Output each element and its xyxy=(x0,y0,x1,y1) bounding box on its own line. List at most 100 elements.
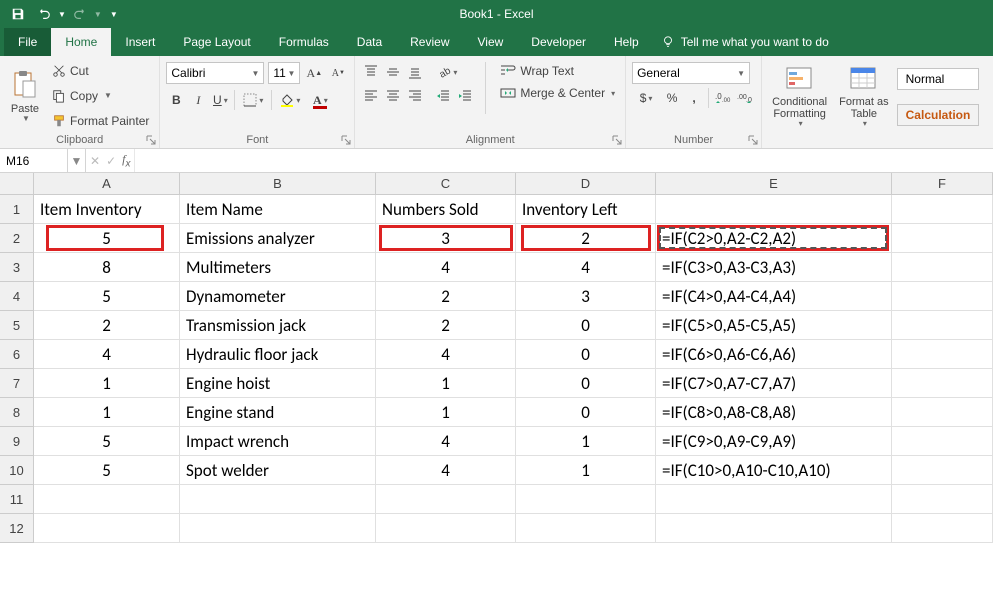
cell[interactable]: 5 xyxy=(34,224,180,253)
cell[interactable]: 3 xyxy=(516,282,656,311)
col-head-D[interactable]: D xyxy=(516,173,656,194)
cell[interactable]: =IF(C8>0,A8-C8,A8) xyxy=(656,398,892,427)
fill-color-button[interactable]: ▾ xyxy=(276,90,304,110)
row-head[interactable]: 4 xyxy=(0,282,34,311)
tab-formulas[interactable]: Formulas xyxy=(265,28,343,56)
cell[interactable]: 1 xyxy=(34,398,180,427)
row-head[interactable]: 2 xyxy=(0,224,34,253)
cell[interactable] xyxy=(34,514,180,543)
increase-decimal-button[interactable]: .0.00 xyxy=(713,88,733,108)
tab-file[interactable]: File xyxy=(4,28,51,56)
cell[interactable]: Inventory Left xyxy=(516,195,656,224)
row-head[interactable]: 12 xyxy=(0,514,34,543)
cell[interactable]: 4 xyxy=(376,253,516,282)
cell[interactable]: 2 xyxy=(34,311,180,340)
align-left-button[interactable] xyxy=(361,86,381,106)
save-button[interactable] xyxy=(6,2,30,26)
cell[interactable]: 5 xyxy=(34,282,180,311)
cell[interactable] xyxy=(892,311,993,340)
conditional-formatting-button[interactable]: Conditional Formatting▾ xyxy=(768,60,831,134)
cell[interactable] xyxy=(892,485,993,514)
qat-customize[interactable]: ▼ xyxy=(110,10,118,19)
undo-button[interactable] xyxy=(32,2,56,26)
row-head[interactable]: 10 xyxy=(0,456,34,485)
cell[interactable]: 1 xyxy=(516,456,656,485)
row-head[interactable]: 11 xyxy=(0,485,34,514)
cell[interactable]: Transmission jack xyxy=(180,311,376,340)
cancel-icon[interactable]: ✕ xyxy=(90,154,100,168)
cell[interactable]: 1 xyxy=(376,369,516,398)
underline-button[interactable]: U▾ xyxy=(210,90,230,110)
cell[interactable]: =IF(C6>0,A6-C6,A6) xyxy=(656,340,892,369)
format-as-table-button[interactable]: Format as Table▾ xyxy=(835,60,893,134)
cell[interactable] xyxy=(656,514,892,543)
font-name-combo[interactable]: Calibri▼ xyxy=(166,62,264,84)
cell[interactable]: 0 xyxy=(516,311,656,340)
cell[interactable] xyxy=(892,282,993,311)
enter-icon[interactable]: ✓ xyxy=(106,154,116,168)
italic-button[interactable]: I xyxy=(188,90,208,110)
cell[interactable]: 5 xyxy=(34,456,180,485)
fx-icon[interactable]: fx xyxy=(122,152,130,169)
orientation-button[interactable]: ab▾ xyxy=(433,62,461,82)
cell[interactable] xyxy=(892,195,993,224)
align-top-button[interactable] xyxy=(361,62,381,82)
cell-style-calculation[interactable]: Calculation xyxy=(897,104,979,126)
cell[interactable]: 2 xyxy=(376,282,516,311)
cell[interactable] xyxy=(892,456,993,485)
cell[interactable]: 3 xyxy=(376,224,516,253)
cell[interactable] xyxy=(892,398,993,427)
cell[interactable]: Multimeters xyxy=(180,253,376,282)
cell[interactable]: 1 xyxy=(516,427,656,456)
cell[interactable]: =IF(C5>0,A5-C5,A5) xyxy=(656,311,892,340)
cell[interactable]: 0 xyxy=(516,369,656,398)
cell[interactable]: 4 xyxy=(516,253,656,282)
row-head[interactable]: 6 xyxy=(0,340,34,369)
redo-button[interactable] xyxy=(68,2,92,26)
cell[interactable] xyxy=(376,514,516,543)
tab-home[interactable]: Home xyxy=(51,28,111,56)
cell[interactable]: 4 xyxy=(376,340,516,369)
number-format-combo[interactable]: General▼ xyxy=(632,62,750,84)
row-head[interactable]: 1 xyxy=(0,195,34,224)
format-painter-button[interactable]: Format Painter xyxy=(48,112,153,130)
select-all-corner[interactable] xyxy=(0,173,34,195)
percent-button[interactable]: % xyxy=(662,88,682,108)
formula-input[interactable] xyxy=(135,149,993,172)
row-head[interactable]: 9 xyxy=(0,427,34,456)
cell[interactable]: 4 xyxy=(34,340,180,369)
borders-button[interactable]: ▾ xyxy=(239,90,267,110)
cell[interactable]: Dynamometer xyxy=(180,282,376,311)
cell[interactable] xyxy=(180,485,376,514)
cell[interactable] xyxy=(516,485,656,514)
cell[interactable] xyxy=(892,340,993,369)
comma-button[interactable]: , xyxy=(684,88,704,108)
bold-button[interactable]: B xyxy=(166,90,186,110)
cell[interactable] xyxy=(34,485,180,514)
cell[interactable]: 1 xyxy=(376,398,516,427)
cell[interactable]: Impact wrench xyxy=(180,427,376,456)
accounting-format-button[interactable]: $▾ xyxy=(632,88,660,108)
merge-center-button[interactable]: Merge & Center▾ xyxy=(496,84,619,102)
cell[interactable]: 8 xyxy=(34,253,180,282)
cell[interactable] xyxy=(892,369,993,398)
redo-dropdown[interactable]: ▼ xyxy=(94,10,102,19)
align-bottom-button[interactable] xyxy=(405,62,425,82)
cell[interactable]: =IF(C4>0,A4-C4,A4) xyxy=(656,282,892,311)
dialog-launcher-icon[interactable] xyxy=(611,134,623,146)
dialog-launcher-icon[interactable] xyxy=(340,134,352,146)
increase-font-button[interactable]: A▲ xyxy=(304,63,324,83)
tab-page-layout[interactable]: Page Layout xyxy=(169,28,264,56)
cell[interactable]: 4 xyxy=(376,456,516,485)
cell[interactable]: =IF(C3>0,A3-C3,A3) xyxy=(656,253,892,282)
col-head-C[interactable]: C xyxy=(376,173,516,194)
align-middle-button[interactable] xyxy=(383,62,403,82)
cell[interactable]: Item Inventory xyxy=(34,195,180,224)
cell[interactable]: Hydraulic floor jack xyxy=(180,340,376,369)
decrease-indent-button[interactable] xyxy=(433,86,453,106)
wrap-text-button[interactable]: Wrap Text xyxy=(496,62,619,80)
row-head[interactable]: 5 xyxy=(0,311,34,340)
cell[interactable] xyxy=(180,514,376,543)
paste-button[interactable]: Paste ▼ xyxy=(6,58,44,134)
name-box[interactable]: M16 xyxy=(0,149,68,172)
